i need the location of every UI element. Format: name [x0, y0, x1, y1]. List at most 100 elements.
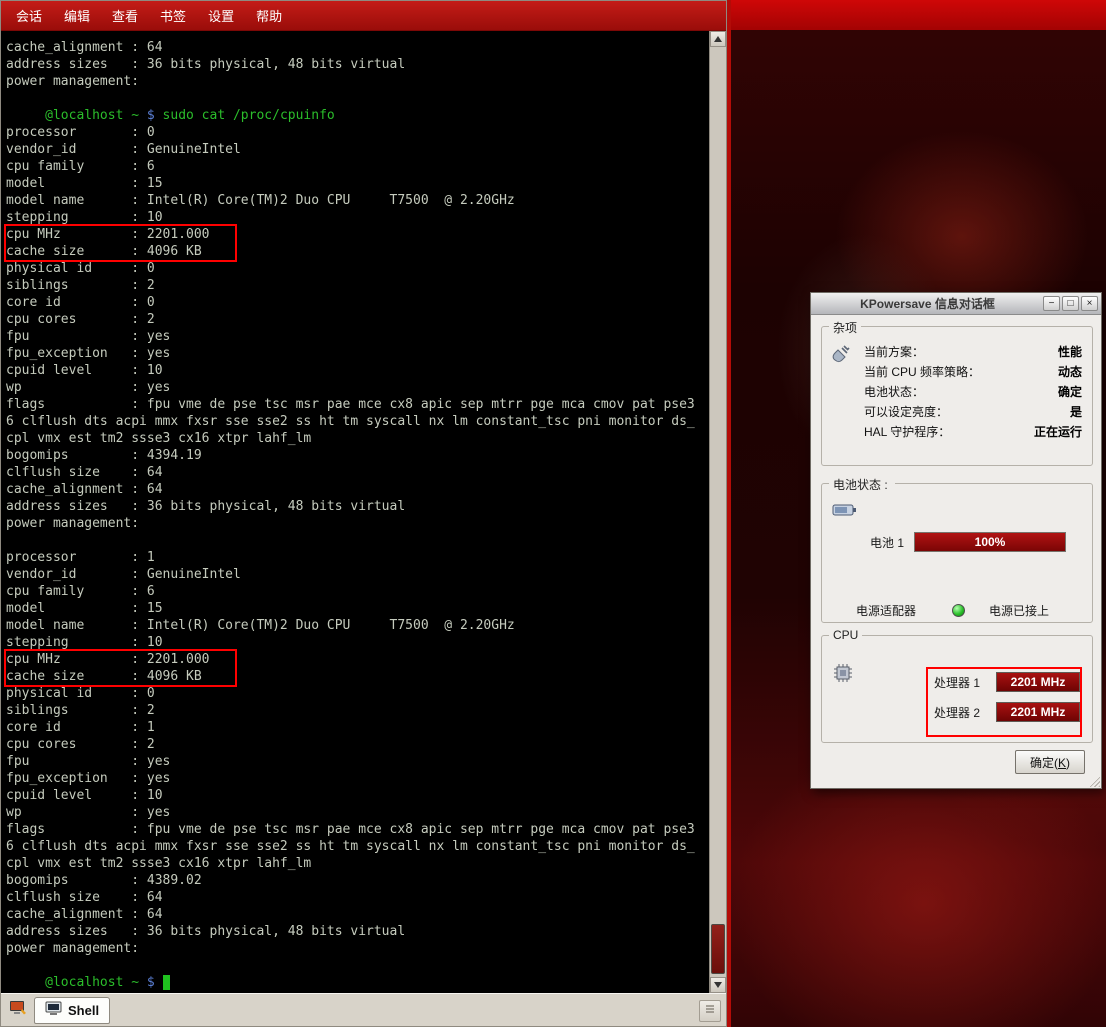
new-session-button[interactable]	[5, 997, 31, 1023]
tab-label: Shell	[68, 1003, 99, 1018]
plug-icon	[830, 343, 852, 368]
cpu-frequency-value: 2201 MHz	[1011, 675, 1066, 689]
close-button[interactable]: ×	[1081, 296, 1098, 311]
terminal-line: cache size : 4096 KB	[6, 243, 235, 260]
desktop-screen: 会话编辑查看书签设置帮助 cache_alignment : 64address…	[0, 0, 1106, 1027]
terminal-line: cache_alignment : 64	[6, 906, 709, 923]
terminal-line: model : 15	[6, 600, 709, 617]
scrollbar-down-button[interactable]	[710, 977, 726, 993]
desktop-wallpaper: KPowersave 信息对话框 − □ × 杂项 当前方案： 性能当前 CPU …	[727, 0, 1106, 1027]
menu-item-edit[interactable]: 编辑	[53, 1, 101, 30]
arrow-up-icon	[714, 36, 722, 42]
tab-shell[interactable]: Shell	[34, 997, 110, 1024]
battery-percent: 100%	[915, 533, 1065, 551]
misc-row-battery-state: 电池状态： 确定	[864, 381, 1082, 401]
terminal-line: clflush size : 64	[6, 889, 709, 906]
power-led-icon	[952, 604, 965, 617]
cpu-frequency-bar: 2201 MHz	[996, 672, 1080, 692]
battery-label: 电池 1	[870, 534, 904, 551]
cpu-chip-icon	[832, 662, 854, 687]
terminal-line: address sizes : 36 bits physical, 48 bit…	[6, 923, 709, 940]
ok-label-prefix: 确定(	[1030, 756, 1058, 770]
terminal-line: flags : fpu vme de pse tsc msr pae mce c…	[6, 821, 709, 838]
menu-bar: 会话编辑查看书签设置帮助	[1, 1, 726, 31]
terminal-line: 6 clflush dts acpi mmx fxsr sse sse2 ss …	[6, 838, 709, 855]
list-icon	[704, 1002, 716, 1020]
terminal-line: stepping : 10	[6, 209, 709, 226]
misc-row-hal-daemon: HAL 守护程序：正在运行	[864, 421, 1082, 441]
terminal-line: processor : 0	[6, 124, 709, 141]
arrow-down-icon	[714, 982, 722, 988]
cpu-row-processor-1: 处理器 12201 MHz	[934, 672, 1080, 692]
terminal-line: 6 clflush dts acpi mmx fxsr sse sse2 ss …	[6, 413, 709, 430]
menu-item-bookmarks[interactable]: 书签	[149, 1, 197, 30]
cpu-group: CPU 处理器 12201 MHz处理器 22201 MHz	[821, 635, 1093, 743]
terminal-line: address sizes : 36 bits physical, 48 bit…	[6, 56, 709, 73]
terminal-line	[6, 532, 709, 549]
terminal-line: vendor_id : GenuineIntel	[6, 141, 709, 158]
terminal-line: fpu : yes	[6, 753, 709, 770]
ok-label-suffix: )	[1066, 756, 1070, 770]
terminal-line: cpu MHz : 2201.000	[6, 226, 235, 243]
terminal-line: fpu_exception : yes	[6, 770, 709, 787]
misc-label: 当前 CPU 频率策略：	[864, 363, 980, 380]
misc-value: 是	[1070, 403, 1082, 420]
terminal-line: fpu_exception : yes	[6, 345, 709, 362]
session-list-button[interactable]	[699, 1000, 721, 1022]
terminal-line: wp : yes	[6, 379, 709, 396]
terminal-line: siblings : 2	[6, 277, 709, 294]
terminal-line: processor : 1	[6, 549, 709, 566]
terminal-line: cpu MHz : 2201.000	[6, 651, 235, 668]
scrollbar-track[interactable]	[710, 47, 726, 977]
terminal-line: model name : Intel(R) Core(TM)2 Duo CPU …	[6, 192, 709, 209]
terminal-line: core id : 1	[6, 719, 709, 736]
terminal-output[interactable]: cache_alignment : 64address sizes : 36 b…	[1, 31, 709, 993]
adapter-row: 电源适配器 电源已接上	[856, 602, 1049, 619]
menu-item-view[interactable]: 查看	[101, 1, 149, 30]
terminal-line: model name : Intel(R) Core(TM)2 Duo CPU …	[6, 617, 709, 634]
terminal-line: cpuid level : 10	[6, 362, 709, 379]
resize-grip[interactable]	[1087, 774, 1100, 787]
terminal-line: bogomips : 4389.02	[6, 872, 709, 889]
terminal-line: address sizes : 36 bits physical, 48 bit…	[6, 498, 709, 515]
misc-label: 电池状态：	[864, 383, 924, 400]
terminal-line: cache_alignment : 64	[6, 481, 709, 498]
misc-value: 性能	[1058, 343, 1082, 360]
misc-group-legend: 杂项	[829, 319, 861, 336]
adapter-status: 电源已接上	[989, 602, 1049, 619]
battery-row: 电池 1 100%	[870, 532, 1066, 552]
minimize-button[interactable]: −	[1043, 296, 1060, 311]
terminal-line: vendor_id : GenuineIntel	[6, 566, 709, 583]
terminal-line: power management:	[6, 515, 709, 532]
terminal-line: power management:	[6, 940, 709, 957]
misc-label: 当前方案：	[864, 343, 924, 360]
terminal-window: 会话编辑查看书签设置帮助 cache_alignment : 64address…	[0, 0, 727, 1027]
terminal-line: model : 15	[6, 175, 709, 192]
misc-value: 确定	[1058, 383, 1082, 400]
maximize-button[interactable]: □	[1062, 296, 1079, 311]
terminal-line: power management:	[6, 73, 709, 90]
misc-rows: 当前方案：性能当前 CPU 频率策略：动态电池状态：确定可以设定亮度：是HAL …	[864, 341, 1082, 441]
battery-icon	[832, 502, 858, 521]
scrollbar-thumb[interactable]	[711, 924, 725, 974]
terminal-area: cache_alignment : 64address sizes : 36 b…	[1, 31, 726, 993]
menu-item-settings[interactable]: 设置	[197, 1, 245, 30]
terminal-line: fpu : yes	[6, 328, 709, 345]
terminal-line: cache_alignment : 64	[6, 39, 709, 56]
adapter-label: 电源适配器	[856, 602, 916, 619]
terminal-line: @localhost ~ $	[6, 974, 709, 991]
terminal-line: stepping : 10	[6, 634, 709, 651]
battery-progress-bar: 100%	[914, 532, 1066, 552]
dialog-titlebar[interactable]: KPowersave 信息对话框 − □ ×	[811, 293, 1101, 315]
ok-button[interactable]: 确定(K)	[1015, 750, 1085, 774]
terminal-line: physical id : 0	[6, 260, 709, 277]
terminal-scrollbar[interactable]	[709, 31, 726, 993]
menu-item-session[interactable]: 会话	[5, 1, 53, 30]
terminal-line: cpuid level : 10	[6, 787, 709, 804]
terminal-line: cpl vmx est tm2 ssse3 cx16 xtpr lahf_lm	[6, 855, 709, 872]
terminal-line: bogomips : 4394.19	[6, 447, 709, 464]
menu-item-help[interactable]: 帮助	[245, 1, 293, 30]
tab-bar: Shell	[1, 993, 726, 1026]
scrollbar-up-button[interactable]	[710, 31, 726, 47]
misc-label: HAL 守护程序：	[864, 423, 950, 440]
